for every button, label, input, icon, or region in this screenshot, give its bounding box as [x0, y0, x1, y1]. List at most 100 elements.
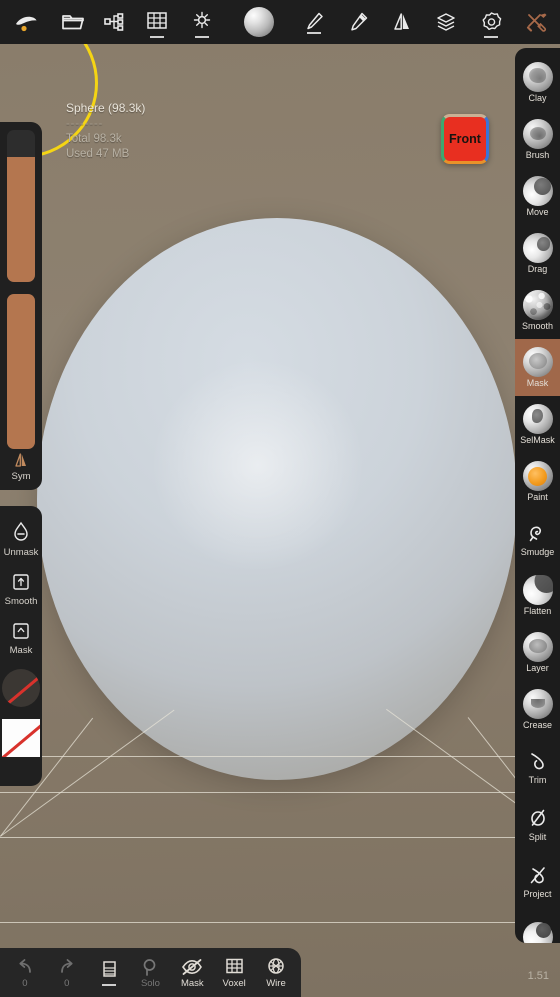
mirror-icon[interactable]: [380, 0, 424, 44]
solo-magnifier-icon: [144, 958, 156, 976]
split-slash-icon: [530, 809, 545, 826]
tool-clay-label: Clay: [528, 93, 547, 103]
layers-list-icon: [102, 961, 116, 977]
droplet-minus-icon: [14, 521, 28, 541]
crease-ball-icon: [522, 689, 553, 719]
bottom-toolbar: 0 0 Solo Mask Voxel Wire: [0, 948, 301, 997]
mask-tool-label: Mask: [9, 645, 33, 656]
layer-ball-icon: [522, 632, 553, 662]
wireframe-label: Wire: [266, 977, 286, 989]
viewport-3d[interactable]: Sphere (98.3k) -------- Total 98.3k Used…: [0, 44, 560, 997]
open-folder-button[interactable]: [52, 0, 94, 44]
smooth-mask-button[interactable]: Smooth: [4, 571, 38, 607]
info-divider: --------: [66, 118, 104, 130]
scene-graph-button[interactable]: [94, 0, 136, 44]
voxel-button[interactable]: Voxel: [214, 957, 254, 989]
unmask-label: Unmask: [3, 547, 39, 558]
memory-used-label: Used 47 MB: [66, 148, 130, 160]
tool-mask-label: Mask: [526, 378, 549, 388]
brush-ball-icon: [522, 119, 553, 149]
layers-button[interactable]: [424, 0, 468, 44]
tool-smudge-label: Smudge: [520, 547, 555, 557]
tool-layer[interactable]: Layer: [515, 624, 560, 681]
mask-ball-icon: [522, 347, 553, 377]
mask-visibility-label: Mask: [180, 977, 204, 989]
view-cube-label: Front: [449, 132, 481, 146]
tool-move[interactable]: Move: [515, 168, 560, 225]
tool-clay[interactable]: Clay: [515, 54, 560, 111]
paint-ball-icon: [522, 461, 553, 491]
paint-bucket-button[interactable]: [336, 0, 380, 44]
alpha-swatch-none[interactable]: [2, 669, 40, 707]
tool-split-label: Split: [528, 832, 547, 842]
tool-drag[interactable]: Drag: [515, 225, 560, 282]
settings-gear-button[interactable]: [468, 0, 514, 44]
tool-smooth[interactable]: Smooth: [515, 282, 560, 339]
redo-button[interactable]: 0: [47, 957, 87, 989]
tool-smudge[interactable]: Smudge: [515, 510, 560, 567]
tool-brush[interactable]: Brush: [515, 111, 560, 168]
tool-drag-label: Drag: [527, 264, 548, 274]
brush-size-slider[interactable]: [7, 130, 35, 282]
inflate-ball-icon: [522, 922, 553, 943]
move-ball-icon: [522, 176, 553, 206]
smudge-icon: [529, 526, 541, 542]
model-name-label: Sphere (98.3k): [66, 101, 146, 115]
undo-button[interactable]: 0: [5, 957, 45, 989]
total-polys-label: Total 98.3k: [66, 133, 122, 145]
left-mask-panel: Unmask Smooth Mask: [0, 506, 42, 786]
brush-intensity-slider[interactable]: [7, 294, 35, 449]
tool-split[interactable]: Split: [515, 795, 560, 852]
layers-list-button[interactable]: [89, 959, 129, 986]
clay-ball-icon: [522, 62, 553, 92]
unmask-button[interactable]: Unmask: [3, 520, 39, 558]
tool-paint-label: Paint: [527, 492, 548, 502]
undo-count: 0: [22, 977, 28, 989]
tool-selmask-label: SelMask: [520, 435, 555, 445]
redo-icon: [60, 958, 73, 973]
tool-crease-label: Crease: [522, 720, 552, 730]
tool-crease[interactable]: Crease: [515, 681, 560, 738]
tool-mask[interactable]: Mask: [515, 339, 560, 396]
material-sphere-button[interactable]: [226, 0, 292, 44]
stencil-swatch-none[interactable]: [2, 719, 40, 757]
voxel-label: Voxel: [222, 977, 246, 989]
mask-tool-button[interactable]: Mask: [9, 620, 33, 656]
left-slider-panel: Sym: [0, 122, 42, 490]
brush-button[interactable]: [292, 0, 336, 44]
square-caret-up-icon: [13, 623, 29, 639]
voxel-grid-icon: [226, 958, 243, 973]
tool-flatten[interactable]: Flatten: [515, 567, 560, 624]
smooth-ball-icon: [522, 290, 553, 320]
tool-smooth-label: Smooth: [521, 321, 554, 331]
tool-flatten-label: Flatten: [523, 606, 552, 616]
tool-selmask[interactable]: SelMask: [515, 396, 560, 453]
mask-visibility-button[interactable]: Mask: [172, 957, 212, 989]
tool-trim[interactable]: Trim: [515, 738, 560, 795]
top-toolbar: [0, 0, 560, 44]
tool-move-label: Move: [526, 207, 549, 217]
tool-brush-label: Brush: [525, 150, 550, 160]
wireframe-button[interactable]: Wire: [256, 957, 296, 989]
tool-project[interactable]: Project: [515, 852, 560, 909]
symmetry-button[interactable]: Sym: [0, 451, 42, 482]
symmetry-label: Sym: [11, 471, 31, 482]
view-orientation-cube[interactable]: Front: [441, 114, 489, 164]
redo-count: 0: [64, 977, 70, 989]
light-button[interactable]: [178, 0, 226, 44]
right-tool-panel: Clay Brush Move Drag Smooth Mask SelMask…: [515, 48, 560, 943]
solo-button[interactable]: Solo: [130, 957, 170, 989]
smooth-mask-label: Smooth: [4, 596, 38, 607]
sculpt-object-button[interactable]: [0, 0, 52, 44]
solo-label: Solo: [140, 977, 160, 989]
square-up-arrow-icon: [13, 574, 29, 590]
tool-inflate[interactable]: [515, 909, 560, 943]
trim-lasso-icon: [530, 753, 544, 770]
version-label: 1.51: [527, 970, 549, 982]
flatten-ball-icon: [522, 575, 553, 605]
tools-button[interactable]: [514, 0, 560, 44]
grid-button[interactable]: [136, 0, 178, 44]
tool-layer-label: Layer: [526, 663, 549, 673]
drag-ball-icon: [522, 233, 553, 263]
tool-paint[interactable]: Paint: [515, 453, 560, 510]
